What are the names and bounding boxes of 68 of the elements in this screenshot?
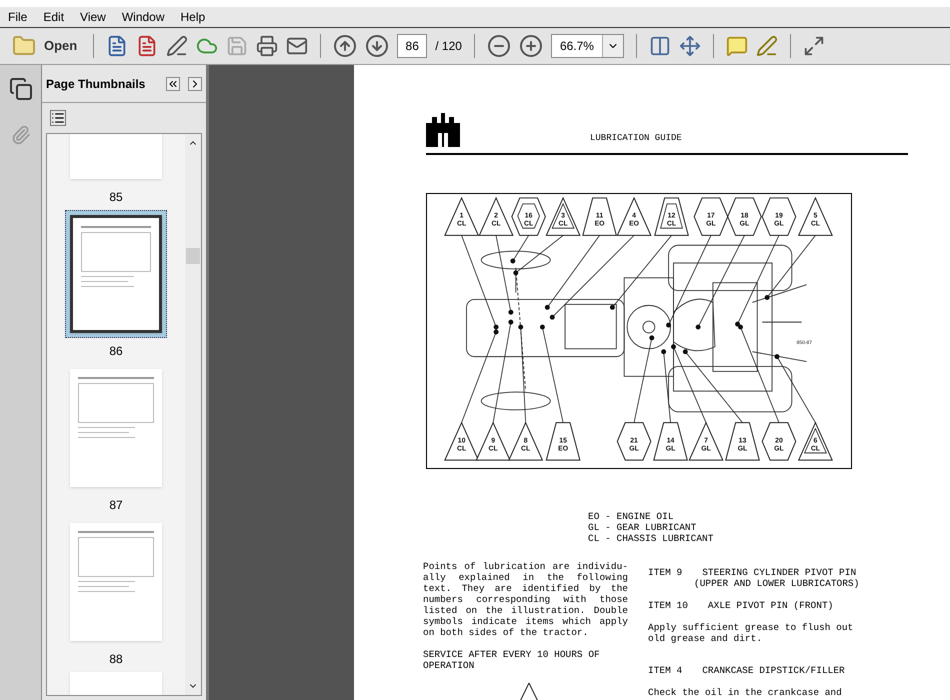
expand-icon[interactable] (188, 76, 202, 90)
edit-icon[interactable] (166, 35, 188, 57)
lubrication-point-icon (510, 258, 516, 264)
page-number-field[interactable]: 86 (397, 34, 428, 58)
item-title: AXLE PIVOT PIN (FRONT) (708, 600, 834, 611)
lubrication-point-icon (610, 304, 615, 310)
menu-item[interactable]: Edit (43, 8, 64, 26)
item-title: STEERING CYLINDER PIVOT PIN (702, 567, 856, 578)
page-total: / 120 (435, 38, 462, 55)
fit-width-icon[interactable] (648, 35, 671, 57)
item-title: CRANKCASE DIPSTICK/FILLER (702, 665, 845, 676)
lubrication-point-icon (671, 344, 676, 350)
lubrication-point-icon (696, 324, 701, 330)
legend-entry: CL - CHASSIS LUBRICANT (588, 533, 714, 544)
lubrication-point-icon (682, 349, 688, 354)
panel-title: Page Thumbnails (46, 76, 146, 92)
zoom-in-icon[interactable] (518, 34, 543, 58)
mail-icon[interactable] (286, 35, 308, 57)
page-thumbnail[interactable] (70, 672, 162, 695)
zoom-field[interactable]: 66.7% (550, 34, 624, 58)
lubrication-point-icon (774, 354, 780, 360)
item-label: ITEM 9 (648, 567, 682, 578)
pages-icon[interactable] (8, 77, 32, 101)
lubrication-point-icon (550, 314, 555, 320)
item-label: ITEM 10 (648, 600, 688, 611)
lubrication-point-icon (508, 320, 514, 325)
lubrication-point-icon (540, 324, 545, 330)
page-header: LUBRICATION GUIDE (590, 132, 682, 144)
lubrication-point-icon (508, 310, 514, 315)
page-number: 86 (109, 343, 123, 360)
lubrication-point-icon (513, 270, 518, 276)
open-button[interactable]: Open (8, 34, 82, 58)
previous-page-icon[interactable] (333, 34, 358, 58)
legend-entry: GL - GEAR LUBRICANT (588, 522, 698, 533)
menu-item[interactable]: View (80, 8, 106, 26)
item-subtitle: (UPPER AND LOWER LUBRICATORS) (694, 578, 860, 589)
options-icon[interactable] (50, 110, 66, 126)
scrollbar[interactable] (185, 134, 201, 695)
lubrication-point-icon (666, 322, 672, 328)
menu-item[interactable]: Help (180, 8, 206, 26)
intro-paragraph: Points of lubrication are individu- ally explained in the following text. They are identified by the numbers corresponding with those listed on the illustration. Double symbols indicate items which apply on both sides of the tractor. (423, 561, 628, 638)
lubrication-point-icon (544, 304, 550, 310)
item-paragraph: Apply sufficient grease to flush out old grease and dirt. (648, 622, 854, 644)
item-label: ITEM 4 (648, 665, 682, 676)
page-number: 87 (109, 497, 123, 514)
print-icon[interactable] (256, 35, 278, 57)
logo-icon (426, 113, 460, 147)
lubrication-point-icon (764, 295, 770, 300)
zoom-out-icon[interactable] (486, 34, 511, 58)
item-paragraph: Check the oil in the crankcase and (648, 687, 843, 698)
full-screen-icon[interactable] (802, 35, 825, 57)
page-number: 88 (109, 651, 123, 668)
page-number: 85 (109, 189, 123, 206)
next-page-icon[interactable] (365, 34, 390, 58)
menu-item[interactable]: File (8, 8, 28, 26)
lubrication-point-icon (518, 324, 524, 330)
menu-item[interactable]: Window (122, 8, 165, 26)
lubrication-point-icon (649, 335, 654, 340)
highlight-text-icon[interactable] (756, 35, 778, 57)
scrollbar-thumb[interactable] (186, 248, 200, 264)
page-thumbnail[interactable] (65, 210, 167, 338)
lubrication-point-icon (661, 349, 666, 354)
document-icon[interactable] (106, 35, 128, 57)
service-heading: SERVICE AFTER EVERY 10 HOURS OF OPERATION (423, 649, 601, 671)
collapse-icon[interactable] (166, 76, 180, 90)
legend-entry: EO - ENGINE OIL (588, 511, 675, 522)
folder-icon (12, 34, 36, 58)
fit-page-icon[interactable] (678, 35, 701, 57)
